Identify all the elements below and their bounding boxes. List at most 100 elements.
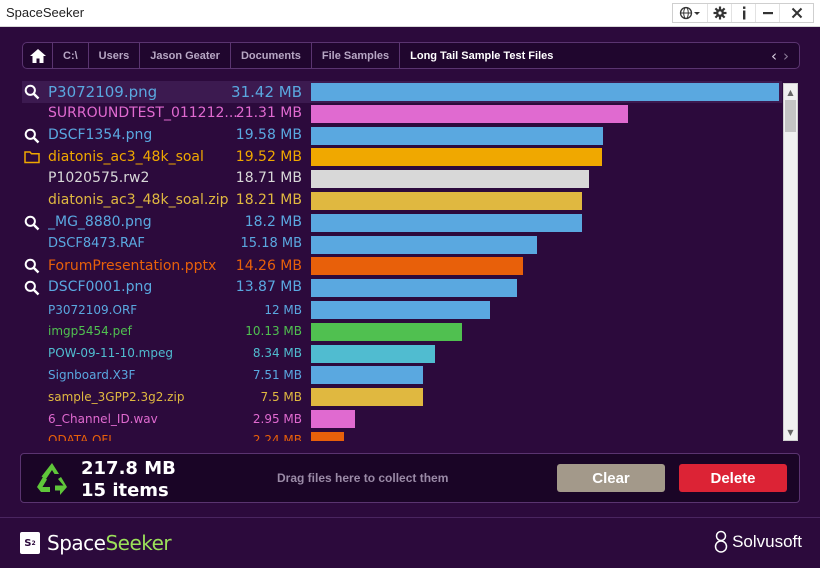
gear-icon (713, 6, 726, 20)
brand-name: SpaceSeeker (47, 531, 172, 555)
total-size: 217.8 MB (81, 458, 176, 479)
file-row[interactable]: sample_3GPP2.3g2.zip 7.5 MB (22, 386, 782, 408)
file-size: 7.5 MB (260, 389, 302, 404)
file-row[interactable]: imgp5454.pef 10.13 MB (22, 321, 782, 343)
footer: S2 SpaceSeeker Solvusoft (0, 517, 820, 568)
file-row[interactable]: diatonis_ac3_48k_soal.zip 18.21 MB (22, 190, 782, 212)
file-name: DSCF0001.png (48, 279, 153, 296)
file-name: SURROUNDTEST_011212... (48, 105, 238, 122)
home-button[interactable] (23, 43, 53, 68)
file-name: POW-09-11-10.mpeg (48, 346, 173, 361)
file-name: P3072109.png (48, 82, 158, 101)
file-row[interactable]: diatonis_ac3_48k_soal 19.52 MB (22, 146, 782, 168)
search-icon[interactable] (24, 215, 40, 231)
file-size: 7.51 MB (252, 367, 302, 382)
folder-icon[interactable] (24, 149, 40, 165)
file-size: 2.24 MB (252, 433, 302, 441)
settings-button[interactable] (707, 4, 731, 22)
scroll-thumb[interactable] (785, 100, 796, 132)
size-bar (311, 104, 628, 123)
window-title: SpaceSeeker (6, 5, 85, 20)
file-row[interactable]: DSCF1354.png 19.58 MB (22, 125, 782, 147)
breadcrumb: C:\ Users Jason Geater Documents File Sample… (22, 42, 800, 69)
collect-panel[interactable]: 217.8 MB 15 items Drag files here to col… (20, 453, 800, 503)
breadcrumb-item[interactable]: Users (89, 43, 141, 68)
file-row[interactable]: P3072109.ORF 12 MB (22, 299, 782, 321)
file-size: 8.34 MB (252, 346, 302, 361)
forward-arrow-icon[interactable]: › (783, 47, 789, 65)
size-bar (311, 83, 779, 101)
size-bar (311, 388, 423, 407)
file-name: 6_Channel_ID.wav (48, 411, 158, 426)
file-name: diatonis_ac3_48k_soal.zip (48, 192, 229, 209)
file-row[interactable]: ODATA.OFL 2.24 MB (22, 430, 782, 441)
title-bar: SpaceSeeker (0, 0, 820, 27)
size-bar (311, 301, 490, 319)
size-bar (311, 322, 462, 341)
breadcrumb-item[interactable]: Jason Geater (140, 43, 231, 68)
file-size: 19.52 MB (235, 148, 302, 165)
search-icon[interactable] (24, 280, 40, 296)
file-row[interactable]: SURROUNDTEST_011212... 21.31 MB (22, 103, 782, 125)
drag-hint: Drag files here to collect them (277, 471, 449, 485)
file-row[interactable]: 6_Channel_ID.wav 2.95 MB (22, 408, 782, 430)
file-size: 13.87 MB (235, 279, 302, 296)
language-button[interactable] (673, 4, 707, 22)
info-icon (742, 6, 745, 20)
file-row[interactable]: ForumPresentation.pptx 14.26 MB (22, 255, 782, 277)
scrollbar[interactable]: ▲ ▼ (783, 83, 798, 441)
file-name: P3072109.ORF (48, 302, 138, 317)
file-name: _MG_8880.png (48, 214, 152, 231)
size-bar (311, 366, 423, 385)
file-size: 21.31 MB (235, 105, 302, 122)
clear-button[interactable]: Clear (557, 464, 665, 492)
back-arrow-icon[interactable]: ‹ (771, 47, 777, 65)
file-size: 19.58 MB (235, 126, 302, 143)
file-size: 18.21 MB (235, 192, 302, 209)
search-icon[interactable] (24, 84, 40, 100)
total-items: 15 items (81, 480, 169, 501)
app-logo: S2 (20, 532, 40, 554)
file-row[interactable]: POW-09-11-10.mpeg 8.34 MB (22, 343, 782, 365)
size-bar (311, 126, 603, 145)
file-list: P3072109.png 31.42 MB SURROUNDTEST_011212.… (22, 81, 782, 441)
size-bar (311, 257, 523, 276)
file-name: DSCF1354.png (48, 126, 153, 143)
size-bar (311, 410, 355, 428)
home-icon (29, 48, 46, 63)
file-name: imgp5454.pef (48, 324, 132, 339)
scroll-down-icon[interactable]: ▼ (784, 425, 797, 439)
info-button[interactable] (731, 4, 755, 22)
breadcrumb-item[interactable]: C:\ (53, 43, 89, 68)
scroll-up-icon[interactable]: ▲ (784, 85, 797, 99)
file-name: DSCF8473.RAF (48, 236, 145, 252)
size-bar (311, 170, 589, 189)
file-name: ForumPresentation.pptx (48, 257, 217, 274)
file-row[interactable]: P1020575.rw2 18.71 MB (22, 168, 782, 190)
solvusoft-icon (714, 530, 728, 553)
minimize-button[interactable] (755, 4, 779, 22)
close-button[interactable] (779, 4, 813, 22)
breadcrumb-items: C:\ Users Jason Geater Documents File Sample… (53, 43, 563, 68)
search-icon[interactable] (24, 128, 40, 144)
size-bar (311, 235, 537, 254)
breadcrumb-item[interactable]: Long Tail Sample Test Files (400, 43, 563, 68)
file-size: 12 MB (264, 302, 302, 317)
main-area: C:\ Users Jason Geater Documents File Sample… (0, 27, 820, 517)
file-row[interactable]: _MG_8880.png 18.2 MB (22, 212, 782, 234)
breadcrumb-nav: ‹ › (771, 43, 799, 68)
breadcrumb-item[interactable]: File Samples (312, 43, 401, 68)
search-icon[interactable] (24, 258, 40, 274)
file-size: 18.2 MB (244, 214, 302, 231)
file-name: ODATA.OFL (48, 433, 115, 441)
file-size: 14.26 MB (235, 257, 302, 274)
breadcrumb-item[interactable]: Documents (231, 43, 312, 68)
file-size: 31.42 MB (231, 82, 302, 101)
size-bar (311, 148, 602, 167)
delete-button[interactable]: Delete (679, 464, 787, 492)
file-row[interactable]: P3072109.png 31.42 MB (22, 81, 782, 103)
file-row[interactable]: Signboard.X3F 7.51 MB (22, 364, 782, 386)
vendor-logo: Solvusoft (713, 530, 802, 554)
file-row[interactable]: DSCF8473.RAF 15.18 MB (22, 234, 782, 256)
file-row[interactable]: DSCF0001.png 13.87 MB (22, 277, 782, 299)
